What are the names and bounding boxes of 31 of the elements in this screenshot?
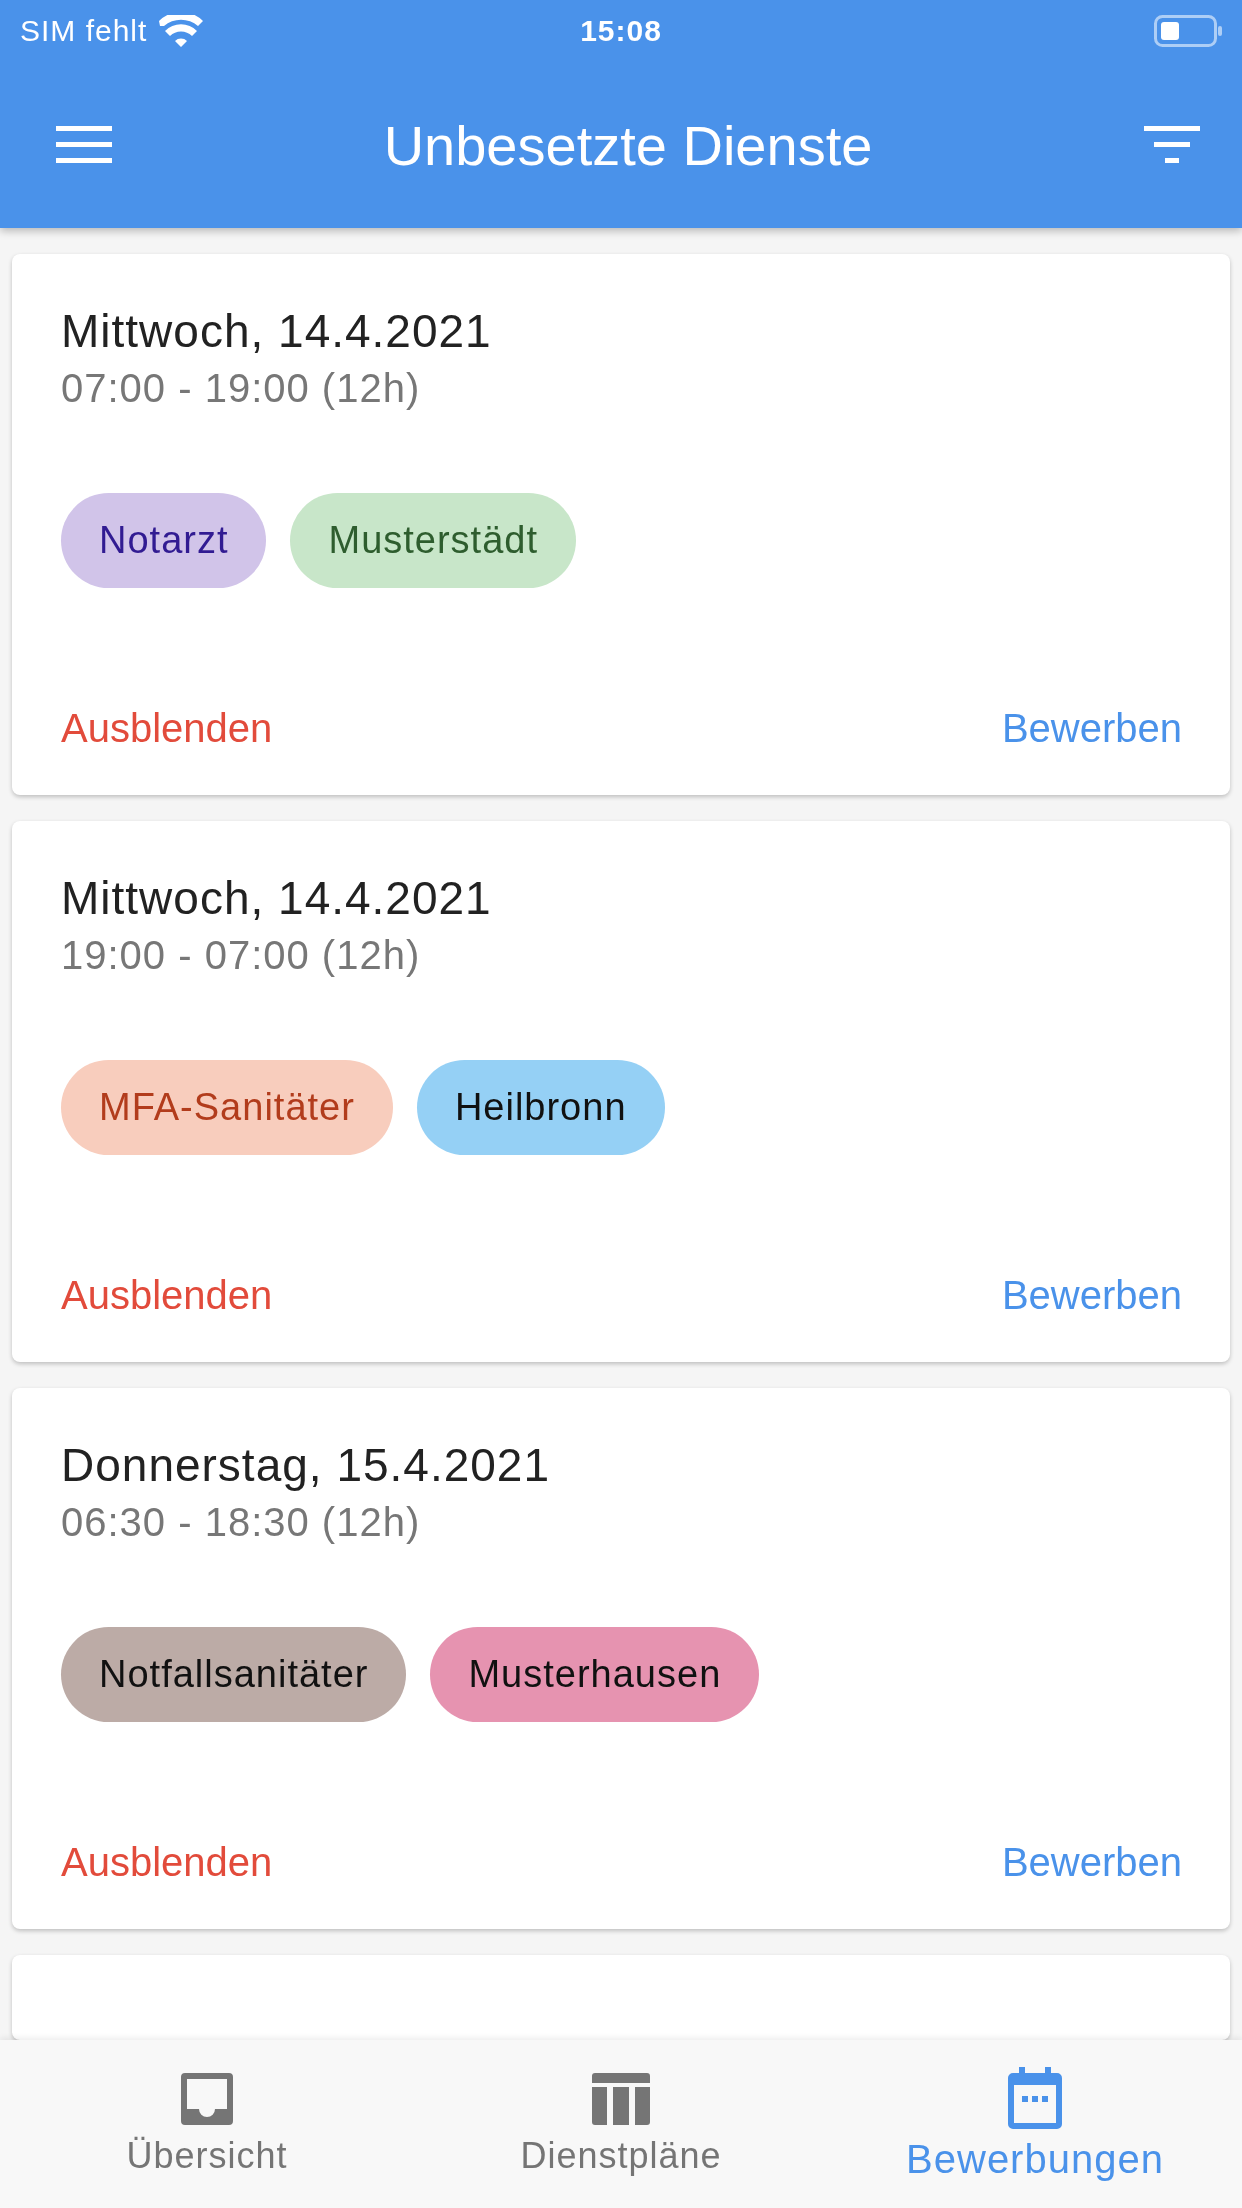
calendar-icon (1007, 2066, 1063, 2129)
wifi-icon (159, 15, 204, 47)
tag-chip: Notarzt (61, 493, 267, 588)
hide-button[interactable]: Ausblenden (61, 1840, 273, 1885)
shift-date: Mittwoch, 14.4.2021 (61, 871, 493, 925)
hide-button[interactable]: Ausblenden (61, 1273, 273, 1318)
clock-text: 15:08 (580, 14, 662, 48)
nav-tab[interactable]: Dienstpläne (414, 2040, 828, 2208)
carrier-text: SIM fehlt (20, 14, 148, 48)
menu-icon[interactable] (56, 125, 112, 165)
battery-icon (1154, 15, 1222, 47)
inbox-icon (179, 2071, 235, 2127)
hide-button[interactable]: Ausblenden (61, 706, 273, 751)
tag-chip: Musterhausen (430, 1627, 760, 1722)
tag-chip: Heilbronn (416, 1060, 665, 1155)
tag-chip: Notfallsanitäter (61, 1627, 407, 1722)
apply-button[interactable]: Bewerben (1001, 706, 1182, 751)
table-icon (591, 2071, 651, 2127)
tag-chip: Musterstädt (290, 493, 576, 588)
nav-tab[interactable]: Bewerbungen (828, 2040, 1242, 2208)
shift-date: Mittwoch, 14.4.2021 (61, 304, 493, 358)
shift-date: Donnerstag, 15.4.2021 (61, 1438, 552, 1492)
shift-time: 19:00 - 07:00 (12h) (61, 933, 422, 978)
apply-button[interactable]: Bewerben (1001, 1273, 1182, 1318)
filter-icon[interactable] (1144, 125, 1200, 165)
shift-time: 07:00 - 19:00 (12h) (61, 366, 422, 411)
page-title: Unbesetzte Dienste (382, 112, 874, 178)
nav-tab[interactable]: Übersicht (0, 2040, 414, 2208)
tag-chip: MFA-Sanitäter (61, 1060, 393, 1155)
apply-button[interactable]: Bewerben (1001, 1840, 1182, 1885)
shift-time: 06:30 - 18:30 (12h) (61, 1500, 422, 1545)
